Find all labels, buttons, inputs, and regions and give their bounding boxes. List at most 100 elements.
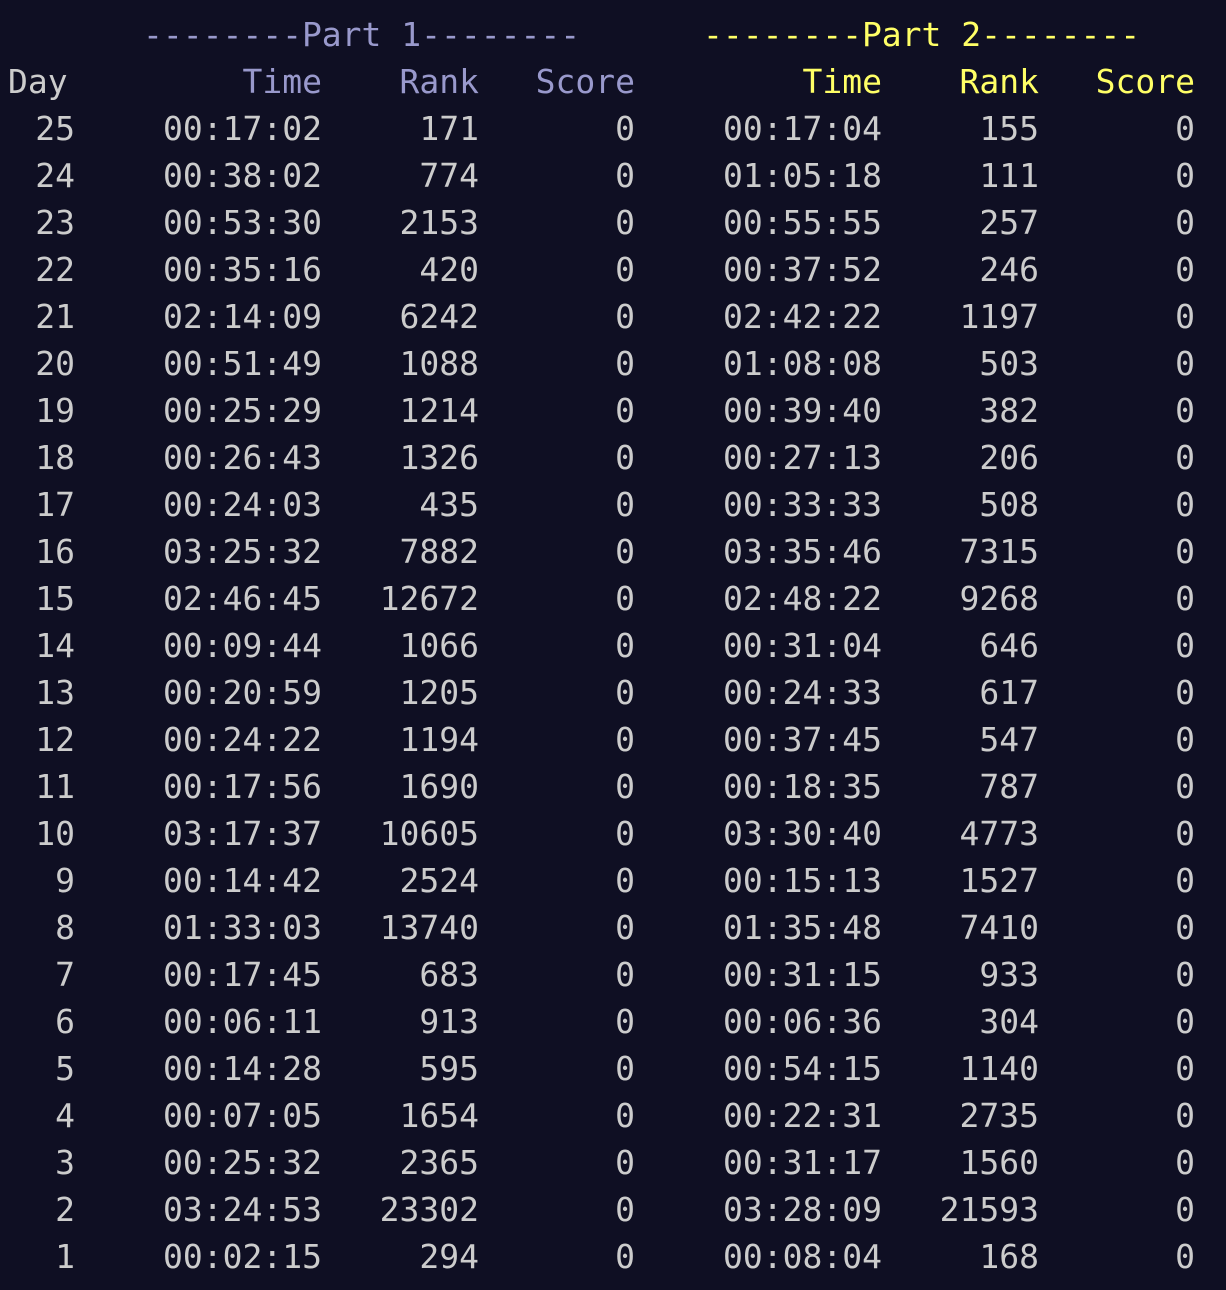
part2-score-cell: 0	[1175, 673, 1195, 712]
part2-score-cell: 0	[1175, 626, 1195, 665]
table-row: 7 00:17:45 683 0 00:31:15 933 0	[0, 951, 1226, 998]
part1-rank-cell: 12672	[379, 579, 479, 618]
day-cell: 12	[35, 720, 75, 759]
part1-rank-cell: 595	[419, 1049, 479, 1088]
part1-time-cell: 01:33:03	[163, 908, 322, 947]
part2-rank-cell: 547	[979, 720, 1039, 759]
part2-time-cell: 01:35:48	[723, 908, 882, 947]
table-row: 23 00:53:30 2153 0 00:55:55 257 0	[0, 199, 1226, 246]
part2-score-cell: 0	[1175, 438, 1195, 477]
day-cell: 8	[55, 908, 75, 947]
day-cell: 7	[55, 955, 75, 994]
part2-rank-cell: 508	[979, 485, 1039, 524]
part1-rank-cell: 774	[419, 156, 479, 195]
part1-time-cell: 00:17:02	[163, 109, 322, 148]
part1-score-cell: 0	[615, 391, 635, 430]
part1-score-cell: 0	[615, 579, 635, 618]
part2-score-cell: 0	[1175, 250, 1195, 289]
part1-score-cell: 0	[615, 1096, 635, 1135]
part1-score-cell: 0	[615, 438, 635, 477]
part1-score-cell: 0	[615, 109, 635, 148]
part1-score-cell: 0	[615, 861, 635, 900]
part2-rank-cell: 4773	[959, 814, 1039, 853]
table-row: 21 02:14:09 6242 0 02:42:22 1197 0	[0, 293, 1226, 340]
day-cell: 3	[55, 1143, 75, 1182]
part2-score-cell: 0	[1175, 955, 1195, 994]
day-cell: 21	[35, 297, 75, 336]
table-row: 12 00:24:22 1194 0 00:37:45 547 0	[0, 716, 1226, 763]
part1-rank-cell: 294	[419, 1237, 479, 1276]
part2-score-cell: 0	[1175, 109, 1195, 148]
part2-score-cell: 0	[1175, 1096, 1195, 1135]
part1-rank-cell: 7882	[399, 532, 479, 571]
part2-rank-cell: 787	[979, 767, 1039, 806]
part2-time-cell: 01:08:08	[723, 344, 882, 383]
day-cell: 6	[55, 1002, 75, 1041]
part2-time-cell: 00:39:40	[723, 391, 882, 430]
part1-time-cell: 00:51:49	[163, 344, 322, 383]
part2-score-cell: 0	[1175, 814, 1195, 853]
part1-score-cell: 0	[615, 1190, 635, 1229]
part1-score-cell: 0	[615, 1237, 635, 1276]
part1-time-cell: 00:38:02	[163, 156, 322, 195]
day-cell: 10	[35, 814, 75, 853]
part1-score-cell: 0	[615, 673, 635, 712]
part2-score-cell: 0	[1175, 579, 1195, 618]
table-row: 8 01:33:03 13740 0 01:35:48 7410 0	[0, 904, 1226, 951]
part2-rank-cell: 1560	[959, 1143, 1039, 1182]
part2-rank-cell: 246	[979, 250, 1039, 289]
part2-rank-cell: 503	[979, 344, 1039, 383]
day-cell: 11	[35, 767, 75, 806]
part1-score-cell: 0	[615, 485, 635, 524]
part1-rank-header: Rank	[399, 62, 479, 101]
day-cell: 14	[35, 626, 75, 665]
part1-rank-cell: 683	[419, 955, 479, 994]
table-row: 13 00:20:59 1205 0 00:24:33 617 0	[0, 669, 1226, 716]
part1-rank-cell: 23302	[379, 1190, 479, 1229]
day-cell: 13	[35, 673, 75, 712]
part2-score-cell: 0	[1175, 1190, 1195, 1229]
part1-time-cell: 00:17:45	[163, 955, 322, 994]
part1-rank-cell: 2365	[399, 1143, 479, 1182]
part2-score-cell: 0	[1175, 1002, 1195, 1041]
part2-score-cell: 0	[1175, 720, 1195, 759]
day-cell: 16	[35, 532, 75, 571]
part1-time-cell: 03:24:53	[163, 1190, 322, 1229]
part2-time-cell: 00:31:15	[723, 955, 882, 994]
part1-rank-cell: 913	[419, 1002, 479, 1041]
part1-score-cell: 0	[615, 1049, 635, 1088]
part1-time-cell: 00:24:03	[163, 485, 322, 524]
part1-rank-cell: 171	[419, 109, 479, 148]
part1-header: --------Part 1--------	[143, 15, 581, 54]
part2-time-cell: 02:42:22	[723, 297, 882, 336]
day-cell: 5	[55, 1049, 75, 1088]
part2-rank-cell: 257	[979, 203, 1039, 242]
part2-score-cell: 0	[1175, 156, 1195, 195]
part1-time-cell: 00:25:32	[163, 1143, 322, 1182]
part2-rank-cell: 304	[979, 1002, 1039, 1041]
part1-score-cell: 0	[615, 297, 635, 336]
part1-rank-cell: 420	[419, 250, 479, 289]
part2-rank-cell: 1197	[959, 297, 1039, 336]
part2-time-cell: 01:05:18	[723, 156, 882, 195]
table-row: 24 00:38:02 774 0 01:05:18 111 0	[0, 152, 1226, 199]
day-cell: 1	[55, 1237, 75, 1276]
part1-time-cell: 02:14:09	[163, 297, 322, 336]
day-cell: 15	[35, 579, 75, 618]
part2-time-cell: 03:35:46	[723, 532, 882, 571]
part1-rank-cell: 10605	[379, 814, 479, 853]
part-header-row: --------Part 1-------- --------Part 2---…	[0, 11, 1226, 58]
part1-time-cell: 00:25:29	[163, 391, 322, 430]
part1-time-cell: 00:53:30	[163, 203, 322, 242]
part2-rank-cell: 2735	[959, 1096, 1039, 1135]
part2-time-header: Time	[802, 62, 882, 101]
day-cell: 24	[35, 156, 75, 195]
part2-time-cell: 00:33:33	[723, 485, 882, 524]
part2-rank-cell: 1140	[959, 1049, 1039, 1088]
part1-time-header: Time	[242, 62, 322, 101]
part1-rank-cell: 2153	[399, 203, 479, 242]
part2-score-cell: 0	[1175, 297, 1195, 336]
part2-rank-cell: 617	[979, 673, 1039, 712]
part1-rank-cell: 1205	[399, 673, 479, 712]
part1-score-cell: 0	[615, 720, 635, 759]
